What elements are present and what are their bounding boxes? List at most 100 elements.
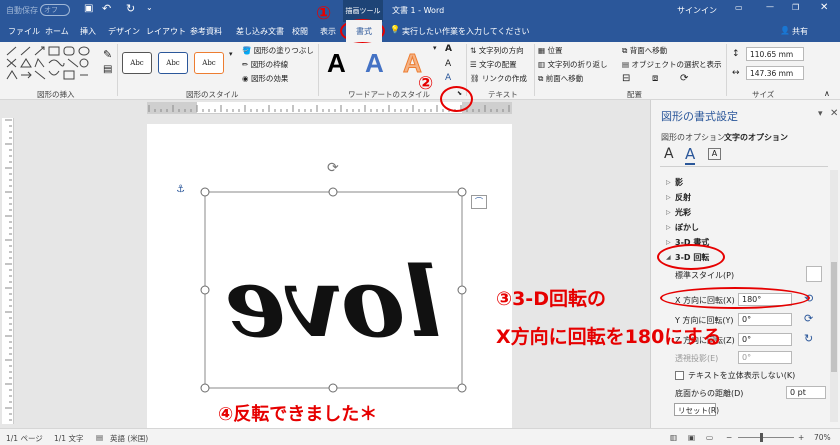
group-objects-icon[interactable]: ⧈ [652,73,658,84]
edit-shape-icon[interactable]: ✎ [103,48,112,61]
shape-effects-button[interactable]: ◉ 図形の効果 [242,73,288,84]
share-button[interactable]: 共有 [792,26,808,37]
zoom-level[interactable]: 70% [814,433,831,442]
text-outline-icon[interactable]: A [445,59,451,69]
text-direction-icon: ⇅ [470,46,477,55]
shape-style-black[interactable]: Abc [122,52,152,74]
proofing-icon[interactable]: ▤ [96,433,103,442]
signin-link[interactable]: サインイン [677,5,717,16]
section-glow[interactable]: 光彩 [675,207,691,218]
tab-design[interactable]: デザイン [108,26,140,37]
textbox-tab-icon[interactable]: A [708,148,721,160]
distance-input[interactable]: 0 pt [786,386,826,399]
tab-view[interactable]: 表示 [320,26,336,37]
pane-scrollbar-thumb[interactable] [831,262,837,372]
tab-review[interactable]: 校閲 [292,26,308,37]
text-effects-tab-icon[interactable]: A [685,145,696,165]
ribbon-display-icon[interactable]: ▭ [735,3,743,12]
shape-style-orange[interactable]: Abc [194,52,224,74]
tab-home[interactable]: ホーム [45,26,69,37]
wrap-text-button[interactable]: ▥ 文字列の折り返し [538,59,607,70]
print-layout-icon[interactable]: ▣ [688,433,695,442]
send-backward-button[interactable]: ⧉ 背面へ移動 [622,45,667,56]
close-icon[interactable]: ✕ [820,2,828,13]
undo-icon[interactable]: ↶ [102,2,111,15]
read-mode-icon[interactable]: ▥ [670,433,677,442]
redo-icon[interactable]: ↻ [126,2,135,15]
y-rotation-input[interactable]: 0° [738,313,792,326]
z-rotate-icon[interactable]: ↻ [804,332,813,345]
align-objects-icon[interactable]: ⊟ [622,73,630,84]
text-effects-icon[interactable]: A [445,73,451,83]
tab-format[interactable]: 書式 [346,20,382,42]
section-soft-edges[interactable]: ぼかし [675,222,699,233]
bring-forward-button[interactable]: ⧉ 前面へ移動 [538,73,583,84]
width-field[interactable]: 147.36 mm [746,66,804,80]
shapes-gallery[interactable] [4,45,96,85]
zoom-slider-thumb[interactable] [760,433,763,442]
shape-outline-label: 図形の枠線 [250,60,289,69]
shape-fill-button[interactable]: 🪣 図形の塗りつぶし [242,45,314,56]
perspective-label: 透視投影(E) [675,354,719,363]
wordart-style-black[interactable]: A [327,48,346,79]
rotate-handle-icon[interactable]: ⟳ [327,160,339,176]
page-count[interactable]: 1/1 ページ [6,433,43,444]
web-layout-icon[interactable]: ▭ [706,433,713,442]
wordart-style-blue[interactable]: A [365,48,384,79]
tab-file[interactable]: ファイル [8,26,40,37]
share-icon[interactable]: 👤 [780,26,790,35]
zoom-out-icon[interactable]: − [726,433,732,442]
reset-button[interactable]: リセット(R) [674,403,719,416]
perspective-input[interactable]: 0° [738,351,792,364]
section-shadow[interactable]: 影 [675,177,683,188]
rotate-objects-icon[interactable]: ⟳ [680,73,688,84]
align-text-button[interactable]: ☰ 文字の配置 [470,59,517,70]
autosave-toggle[interactable]: オフ [40,4,70,16]
collapse-ribbon-icon[interactable]: ∧ [824,89,830,98]
style-gallery-more-icon[interactable]: ▾ [229,50,233,58]
tab-text-options[interactable]: 文字のオプション [724,132,788,143]
shape-outline-button[interactable]: ✏ 図形の枠線 [242,59,288,70]
tab-layout[interactable]: レイアウト [146,26,186,37]
height-field[interactable]: 110.65 mm [746,47,804,61]
presets-dropdown[interactable] [806,266,822,282]
minimize-icon[interactable]: — [766,2,774,11]
word-count[interactable]: 1/1 文字 [54,433,83,444]
pane-close-icon[interactable]: ✕ [830,108,838,119]
tab-insert[interactable]: 挿入 [80,26,96,37]
selection-pane-button[interactable]: ▤ オブジェクトの選択と表示 [622,59,721,70]
pane-menu-icon[interactable]: ▾ [818,109,823,119]
vertical-ruler[interactable] [2,118,14,424]
size-group-label: サイズ [752,90,775,99]
wrap-text-icon: ▥ [538,60,546,69]
text-fill-outline-icon[interactable]: A [664,146,674,162]
text-fill-icon[interactable]: A [445,44,452,54]
tab-references[interactable]: 参考資料 [190,26,222,37]
tab-shape-options[interactable]: 図形のオプション [661,132,725,143]
restore-icon[interactable]: ❐ [792,3,799,12]
y-rotate-up-icon[interactable]: ⟳ [804,312,813,325]
save-icon[interactable]: ▣ [84,3,93,14]
create-link-button[interactable]: ⛓ リンクの作成 [470,73,527,84]
tell-me-box[interactable]: 実行したい作業を入力してください [402,26,530,37]
z-rotation-input[interactable]: 0° [738,333,792,346]
section-reflection[interactable]: 反射 [675,192,691,203]
keep-flat-checkbox[interactable] [675,371,684,380]
wordart-gallery-more-icon[interactable]: ▾ [433,44,437,52]
qat-customize-icon[interactable]: ⌄ [146,3,153,12]
title-bar: 自動保存 オフ ▣ ↶ ↻ ⌄ 描画ツール 文書 1 - Word サインイン … [0,0,840,22]
zoom-slider[interactable] [738,437,794,438]
annotation-step-1: ① [316,3,332,24]
text-direction-button[interactable]: ⇅ 文字列の方向 [470,45,524,56]
shape-style-blue[interactable]: Abc [158,52,188,74]
pane-divider [660,166,828,167]
textbox-icon[interactable]: ▤ [103,64,112,75]
pane-scrollbar[interactable] [830,170,838,422]
expand-icon: ▷ [666,239,671,246]
position-button[interactable]: ▦ 位置 [538,45,562,56]
language-indicator[interactable]: 英語 (米国) [110,433,148,444]
layout-options-button[interactable]: ⌒ [471,195,487,209]
selected-shape[interactable]: love [198,186,470,394]
tab-mailings[interactable]: 差し込み文書 [236,26,284,37]
zoom-in-icon[interactable]: + [798,433,804,442]
